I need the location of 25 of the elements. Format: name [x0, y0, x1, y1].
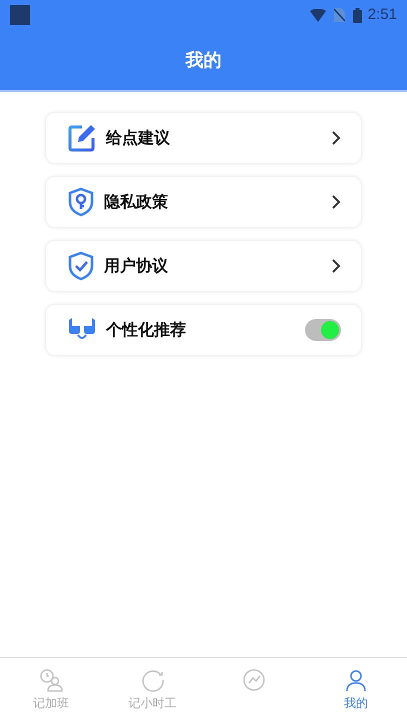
toggle-switch[interactable] — [305, 319, 341, 341]
shield-key-icon — [68, 187, 94, 217]
clock-icon — [140, 668, 165, 692]
menu-label: 个性化推荐 — [106, 319, 187, 341]
clock-person-icon — [38, 668, 63, 692]
notification-icon — [10, 5, 30, 25]
status-time: 2:51 — [368, 4, 397, 25]
edit-icon — [68, 124, 96, 152]
menu-item[interactable]: 个性化推荐 — [45, 304, 362, 356]
chart-icon — [242, 668, 266, 692]
person-icon — [344, 668, 368, 692]
shield-check-icon — [68, 251, 94, 281]
menu-label: 给点建议 — [106, 127, 171, 149]
menu-label: 用户协议 — [104, 255, 169, 277]
menu-item[interactable]: 给点建议 — [45, 112, 362, 164]
battery-icon — [352, 8, 362, 22]
page-title: 我的 — [186, 48, 222, 72]
wifi-icon — [310, 8, 326, 22]
chevron-right-icon — [331, 194, 341, 210]
menu-item[interactable]: 用户协议 — [45, 240, 362, 292]
menu-label: 隐私政策 — [104, 191, 169, 213]
chevron-right-icon — [331, 130, 341, 146]
menu-item[interactable]: 隐私政策 — [45, 176, 362, 228]
no-sim-icon — [334, 8, 345, 22]
chevron-right-icon — [331, 258, 341, 274]
